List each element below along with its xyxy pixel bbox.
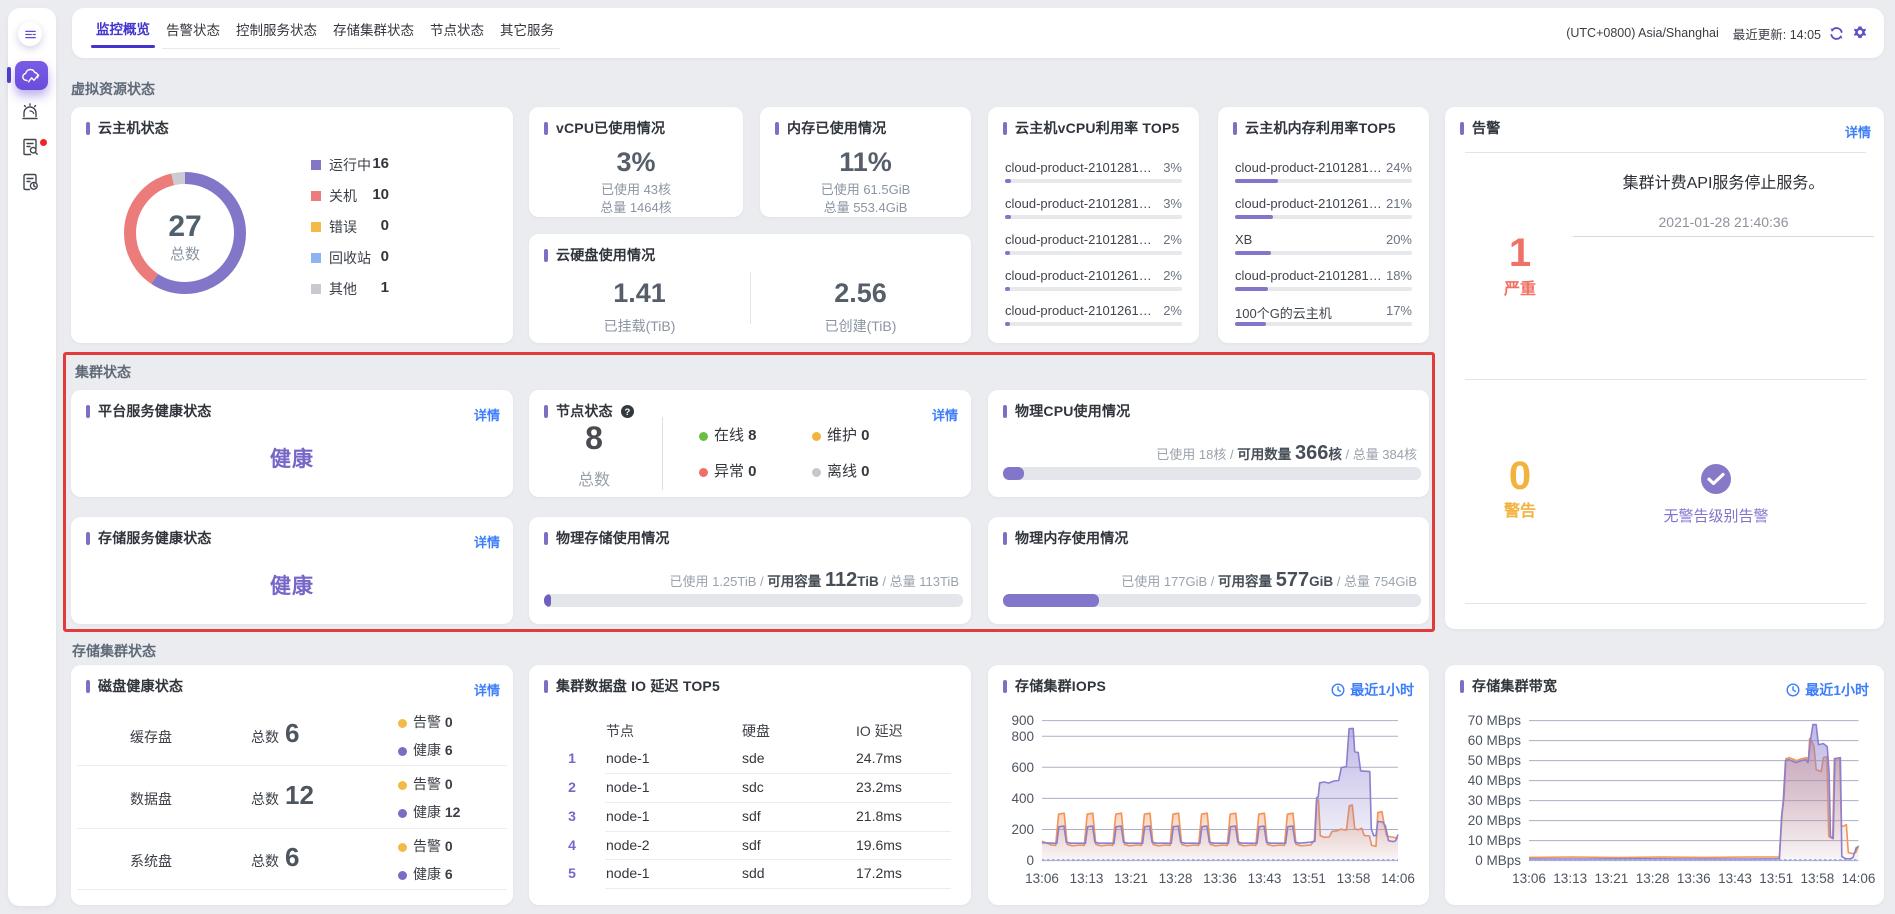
svg-text:70 MBps: 70 MBps [1468, 713, 1522, 728]
svg-text:14:06: 14:06 [1842, 871, 1876, 886]
svg-text:14:06: 14:06 [1381, 871, 1415, 886]
svg-text:13:06: 13:06 [1025, 871, 1059, 886]
svg-text:10 MBps: 10 MBps [1468, 833, 1522, 848]
svg-text:13:13: 13:13 [1553, 871, 1587, 886]
svg-text:13:36: 13:36 [1677, 871, 1711, 886]
svg-text:13:06: 13:06 [1512, 871, 1546, 886]
svg-text:50 MBps: 50 MBps [1468, 753, 1522, 768]
svg-text:800: 800 [1011, 729, 1034, 744]
svg-text:600: 600 [1011, 760, 1034, 775]
svg-text:13:21: 13:21 [1595, 871, 1629, 886]
svg-text:200: 200 [1011, 822, 1034, 837]
svg-text:30 MBps: 30 MBps [1468, 793, 1522, 808]
svg-text:20 MBps: 20 MBps [1468, 813, 1522, 828]
svg-text:13:51: 13:51 [1292, 871, 1326, 886]
svg-text:13:58: 13:58 [1801, 871, 1835, 886]
svg-text:13:36: 13:36 [1203, 871, 1237, 886]
svg-text:?: ? [624, 406, 630, 417]
svg-text:13:28: 13:28 [1636, 871, 1670, 886]
svg-text:400: 400 [1011, 791, 1034, 806]
svg-text:13:28: 13:28 [1159, 871, 1193, 886]
svg-text:0: 0 [1026, 853, 1034, 868]
svg-text:13:21: 13:21 [1114, 871, 1148, 886]
svg-text:13:51: 13:51 [1759, 871, 1793, 886]
svg-text:900: 900 [1011, 713, 1034, 728]
svg-text:13:43: 13:43 [1248, 871, 1282, 886]
svg-text:60 MBps: 60 MBps [1468, 733, 1522, 748]
svg-text:13:13: 13:13 [1070, 871, 1104, 886]
svg-text:0 MBps: 0 MBps [1475, 853, 1521, 868]
svg-text:40 MBps: 40 MBps [1468, 773, 1522, 788]
svg-text:13:58: 13:58 [1337, 871, 1371, 886]
svg-text:13:43: 13:43 [1718, 871, 1752, 886]
